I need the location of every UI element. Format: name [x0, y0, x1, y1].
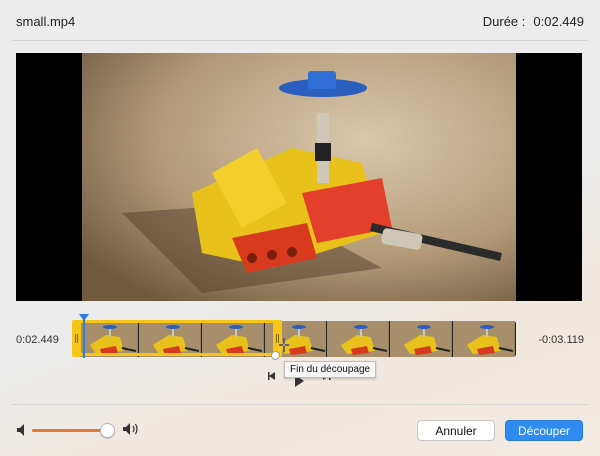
remaining-time: -0:03.119 [538, 334, 584, 346]
duration-label: Durée : [482, 14, 526, 29]
header-divider [12, 40, 588, 41]
trim-selection[interactable] [74, 320, 280, 356]
video-preview[interactable] [16, 53, 582, 301]
duration-value: 0:02.449 [533, 14, 584, 29]
resize-cursor-icon [279, 338, 289, 352]
footer-divider [12, 404, 588, 405]
timeline-thumbnail [327, 321, 391, 357]
video-frame [82, 53, 516, 301]
grip-lines-icon [75, 334, 78, 343]
volume-slider-knob[interactable] [100, 423, 116, 438]
cancel-button[interactable]: Annuler [417, 420, 495, 441]
playhead[interactable] [83, 316, 85, 358]
duration: Durée : 0:02.449 [483, 14, 584, 29]
trim-button[interactable]: Découper [505, 420, 583, 441]
timeline-thumbnail [390, 321, 454, 357]
volume-high-icon [123, 423, 138, 435]
trim-start-handle[interactable] [72, 320, 81, 357]
elapsed-time: 0:02.449 [16, 334, 59, 346]
step-back-icon[interactable] [266, 370, 278, 382]
trim-end-tooltip: Fin du découpage [284, 361, 377, 378]
file-title: small.mp4 [16, 14, 76, 29]
timeline-thumbnail [453, 321, 516, 357]
volume-low-icon [17, 424, 24, 436]
